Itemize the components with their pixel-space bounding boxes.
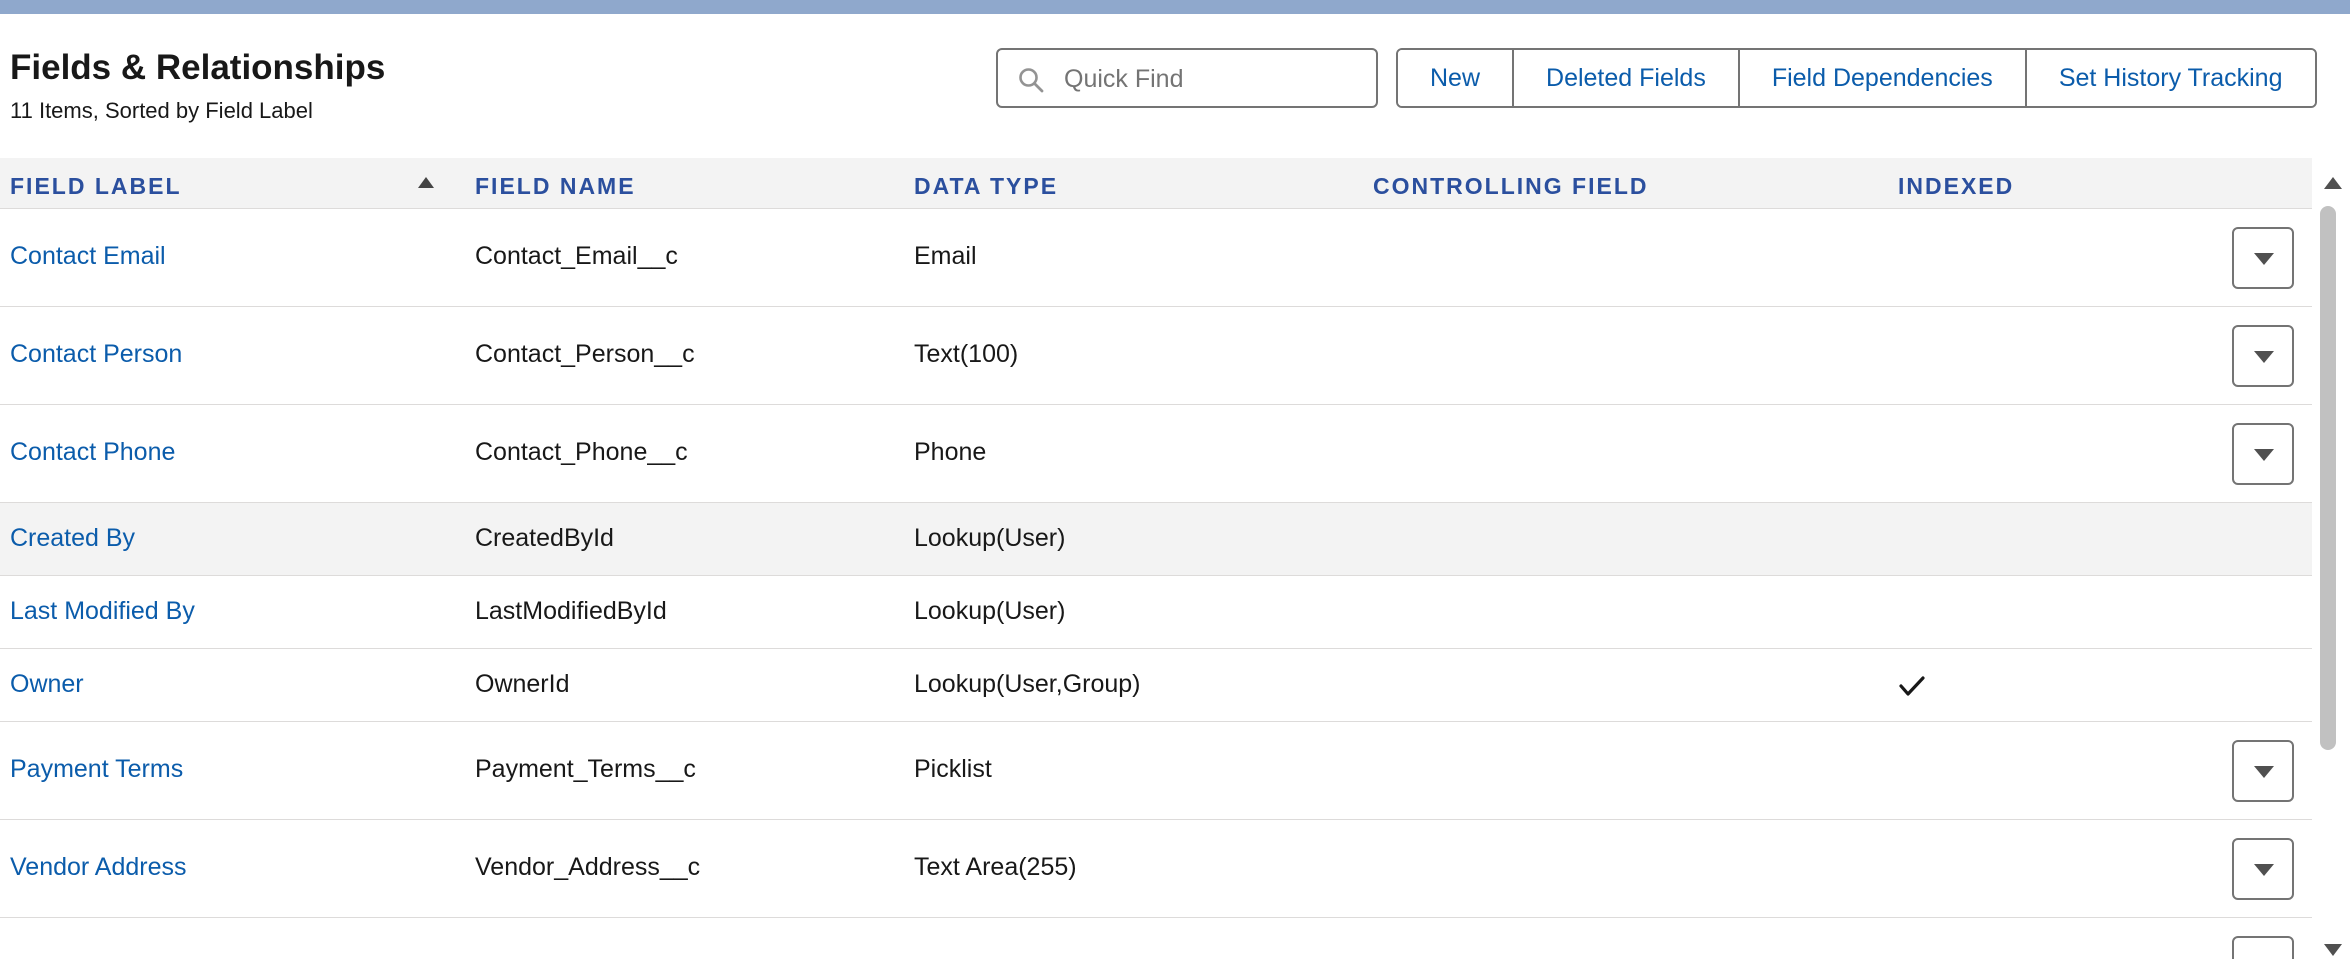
quick-find-input[interactable] (1062, 50, 1366, 108)
row-actions-menu-button[interactable] (2232, 227, 2294, 289)
field-name-cell: Contact_Phone__c (475, 438, 688, 466)
column-header-indexed[interactable]: INDEXED (1898, 173, 2014, 200)
indexed-check-icon (1899, 676, 1925, 696)
field-name-cell: Payment_Terms__c (475, 755, 696, 783)
set-history-tracking-button[interactable]: Set History Tracking (2026, 50, 2315, 106)
field-label-link[interactable]: Created By (10, 524, 135, 553)
chevron-down-icon (2254, 351, 2274, 363)
field-name-cell: OwnerId (475, 670, 570, 698)
field-label-link[interactable]: Contact Person (10, 340, 182, 369)
field-name-cell: Contact_Person__c (475, 340, 695, 368)
field-label-link[interactable]: Contact Phone (10, 438, 175, 467)
row-actions-menu-button[interactable] (2232, 838, 2294, 900)
data-type-cell: Phone (914, 438, 987, 466)
field-label-link[interactable]: Last Modified By (10, 597, 195, 626)
chevron-down-icon (2254, 766, 2274, 778)
field-name-cell: Contact_Email__c (475, 242, 678, 270)
scroll-up-arrow-icon[interactable] (2323, 176, 2343, 190)
row-actions-menu-button[interactable] (2232, 936, 2294, 959)
data-type-cell: Text(100) (914, 340, 1019, 368)
fields-table: FIELD LABEL FIELD NAME DATA TYPE CONTROL… (0, 158, 2312, 959)
field-dependencies-button[interactable]: Field Dependencies (1739, 50, 2027, 106)
page-background-band (0, 0, 2350, 14)
search-icon (1019, 68, 1044, 93)
sort-ascending-icon[interactable] (418, 177, 434, 189)
field-name-cell: Vendor_Address__c (475, 853, 701, 881)
deleted-fields-button[interactable]: Deleted Fields (1514, 50, 1740, 106)
scroll-down-arrow-icon[interactable] (2323, 943, 2343, 957)
table-row: Vendor Address Vendor_Address__c Text Area… (0, 820, 2312, 918)
chevron-down-icon (2254, 449, 2274, 461)
column-header-controlling-field[interactable]: CONTROLLING FIELD (1373, 173, 1648, 200)
table-row: Owner OwnerId Lookup(User,Group) (0, 649, 2312, 722)
column-header-field-name[interactable]: FIELD NAME (475, 173, 636, 200)
data-type-cell: Text Area(255) (914, 853, 1077, 881)
table-row: Created By CreatedById Lookup(User) (0, 503, 2312, 576)
row-actions-menu-button[interactable] (2232, 423, 2294, 485)
quick-find-search[interactable] (996, 48, 1378, 108)
chevron-down-icon (2254, 253, 2274, 265)
vertical-scrollbar[interactable] (2316, 172, 2350, 959)
table-row: Contact Email Contact_Email__c Email (0, 209, 2312, 307)
column-header-data-type[interactable]: DATA TYPE (914, 173, 1058, 200)
table-row: Payment Terms Payment_Terms__c Picklist (0, 722, 2312, 820)
fields-relationships-panel: Fields & Relationships 11 Items, Sorted … (0, 14, 2350, 959)
table-header: FIELD LABEL FIELD NAME DATA TYPE CONTROL… (0, 158, 2312, 209)
data-type-cell: Lookup(User) (914, 597, 1066, 625)
row-actions-menu-button[interactable] (2232, 740, 2294, 802)
row-actions-menu-button[interactable] (2232, 325, 2294, 387)
table-row: Contact Person Contact_Person__c Text(100) (0, 307, 2312, 405)
table-row: Last Modified By LastModifiedById Lookup(U… (0, 576, 2312, 649)
table-row: Contact Phone Contact_Phone__c Phone (0, 405, 2312, 503)
field-label-link[interactable]: Payment Terms (10, 755, 183, 784)
field-label-link[interactable]: Contact Email (10, 242, 166, 271)
data-type-cell: Email (914, 242, 977, 270)
scrollbar-thumb[interactable] (2320, 206, 2336, 750)
field-name-cell: LastModifiedById (475, 597, 667, 625)
field-label-link[interactable]: Vendor Address (10, 853, 187, 882)
field-label-link[interactable]: Owner (10, 670, 84, 699)
chevron-down-icon (2254, 864, 2274, 876)
data-type-cell: Lookup(User,Group) (914, 670, 1141, 698)
toolbar-button-group: New Deleted Fields Field Dependencies Se… (1396, 48, 2317, 108)
column-header-field-label[interactable]: FIELD LABEL (10, 173, 182, 200)
data-type-cell: Lookup(User) (914, 524, 1066, 552)
item-count-summary: 11 Items, Sorted by Field Label (10, 98, 313, 123)
new-button[interactable]: New (1398, 50, 1515, 106)
field-name-cell: CreatedById (475, 524, 614, 552)
data-type-cell: Picklist (914, 755, 992, 783)
page-title: Fields & Relationships (10, 48, 386, 87)
